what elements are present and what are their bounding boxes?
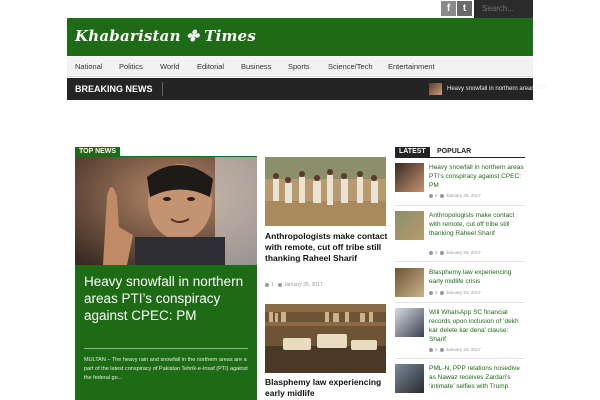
right-gutter <box>533 0 600 400</box>
tab-popular[interactable]: POPULAR <box>433 147 476 157</box>
middle-story-1-headline[interactable]: Anthropologists make contact with remote… <box>265 231 389 264</box>
sidebar-thumbnail[interactable] <box>395 211 424 240</box>
story-date: January 25, 2017 <box>283 282 323 288</box>
comment-icon <box>429 193 433 198</box>
tab-latest[interactable]: LATEST <box>395 147 430 157</box>
clock-icon <box>440 193 445 198</box>
ticker-thumbnail[interactable] <box>429 83 442 95</box>
page: f t Khabaristan ✤ Times National Politic… <box>0 0 600 400</box>
sidebar-divider <box>395 302 525 303</box>
masthead: Khabaristan ✤ Times <box>67 18 533 56</box>
comment-count: 1 <box>271 282 274 288</box>
clock-icon <box>277 282 282 287</box>
middle-story-1-meta: 1 January 25, 2017 <box>265 282 323 288</box>
sidebar-item[interactable]: Heavy snowfall in northern areas PTI’s c… <box>395 163 525 203</box>
site-container: f t Khabaristan ✤ Times National Politic… <box>67 0 545 400</box>
sidebar-thumbnail[interactable] <box>395 268 424 297</box>
sidebar-divider <box>395 205 525 206</box>
sidebar-headline[interactable]: Blasphemy law experiencing early midlife… <box>429 268 525 286</box>
facebook-icon[interactable]: f <box>441 1 456 16</box>
top-news-image[interactable] <box>75 157 257 265</box>
comment-count: 0 <box>435 193 438 198</box>
middle-story-2-headline[interactable]: Blasphemy law experiencing early midlife <box>265 377 389 399</box>
main-nav: National Politics World Editorial Busine… <box>67 57 533 77</box>
nav-item-entertainment[interactable]: Entertainment <box>388 57 435 77</box>
sidebar-item[interactable]: Will WhatsApp SC financial records upon … <box>395 308 525 356</box>
top-news-excerpt: MULTAN – The heavy rain and snowfall in … <box>84 357 248 381</box>
sidebar-meta: 0 January 24, 2017 <box>429 290 481 295</box>
clock-icon <box>440 250 445 255</box>
breaking-divider <box>151 82 163 96</box>
sidebar-thumbnail[interactable] <box>395 308 424 337</box>
sidebar-meta: 0 January 25, 2017 <box>429 250 481 255</box>
left-gutter <box>0 0 67 400</box>
comment-count: 0 <box>435 347 438 352</box>
top-bar: f t <box>67 0 533 18</box>
comment-icon <box>265 282 269 287</box>
top-news-divider <box>84 348 248 349</box>
ticker-headline[interactable]: Heavy snowfall in northern areas PTI <box>447 78 545 100</box>
comment-count: 0 <box>435 290 438 295</box>
sidebar-meta: 0 January 25, 2017 <box>429 193 481 198</box>
nav-item-editorial[interactable]: Editorial <box>197 57 224 77</box>
clock-icon <box>440 347 445 352</box>
sidebar-headline[interactable]: Anthropologists make contact with remote… <box>429 211 525 238</box>
search-input[interactable] <box>474 0 533 18</box>
sidebar-item[interactable]: Anthropologists make contact with remote… <box>395 211 525 259</box>
sidebar-item[interactable]: Blasphemy law experiencing early midlife… <box>395 268 525 300</box>
nav-item-politics[interactable]: Politics <box>119 57 143 77</box>
sidebar-headline[interactable]: Heavy snowfall in northern areas PTI’s c… <box>429 163 525 190</box>
site-logo[interactable]: Khabaristan ✤ Times <box>75 27 256 45</box>
middle-story-2-image[interactable] <box>265 304 386 373</box>
twitter-icon[interactable]: t <box>457 1 472 16</box>
breaking-news-label: BREAKING NEWS <box>75 84 153 94</box>
comment-icon <box>429 347 433 352</box>
nav-item-business[interactable]: Business <box>241 57 271 77</box>
sidebar-thumbnail[interactable] <box>395 364 424 393</box>
sidebar-divider <box>395 261 525 262</box>
middle-story-1-image[interactable] <box>265 157 386 226</box>
nav-item-sports[interactable]: Sports <box>288 57 310 77</box>
sidebar-headline[interactable]: PML-N, PPP relations nosedive as Nawaz r… <box>429 364 525 391</box>
sidebar-headline[interactable]: Will WhatsApp SC financial records upon … <box>429 308 525 344</box>
nav-item-science-tech[interactable]: Science/Tech <box>328 57 373 77</box>
top-news-card[interactable]: Heavy snowfall in northern areas PTI’s c… <box>75 157 257 400</box>
breaking-news-bar: BREAKING NEWS Heavy snowfall in northern… <box>67 78 545 100</box>
clock-icon <box>440 290 445 295</box>
comment-icon <box>429 250 433 255</box>
story-date: January 24, 2017 <box>446 347 481 352</box>
story-date: January 24, 2017 <box>446 290 481 295</box>
sidebar-tabs-rule <box>395 157 525 158</box>
story-date: January 25, 2017 <box>446 250 481 255</box>
comment-icon <box>429 290 433 295</box>
nav-item-national[interactable]: National <box>75 57 103 77</box>
nav-item-world[interactable]: World <box>160 57 179 77</box>
sidebar-divider <box>395 358 525 359</box>
sidebar-item[interactable]: PML-N, PPP relations nosedive as Nawaz r… <box>395 364 525 400</box>
sidebar-thumbnail[interactable] <box>395 163 424 192</box>
sidebar-meta: 0 January 24, 2017 <box>429 347 481 352</box>
comment-count: 0 <box>435 250 438 255</box>
story-date: January 25, 2017 <box>446 193 481 198</box>
top-news-headline[interactable]: Heavy snowfall in northern areas PTI’s c… <box>84 273 252 324</box>
